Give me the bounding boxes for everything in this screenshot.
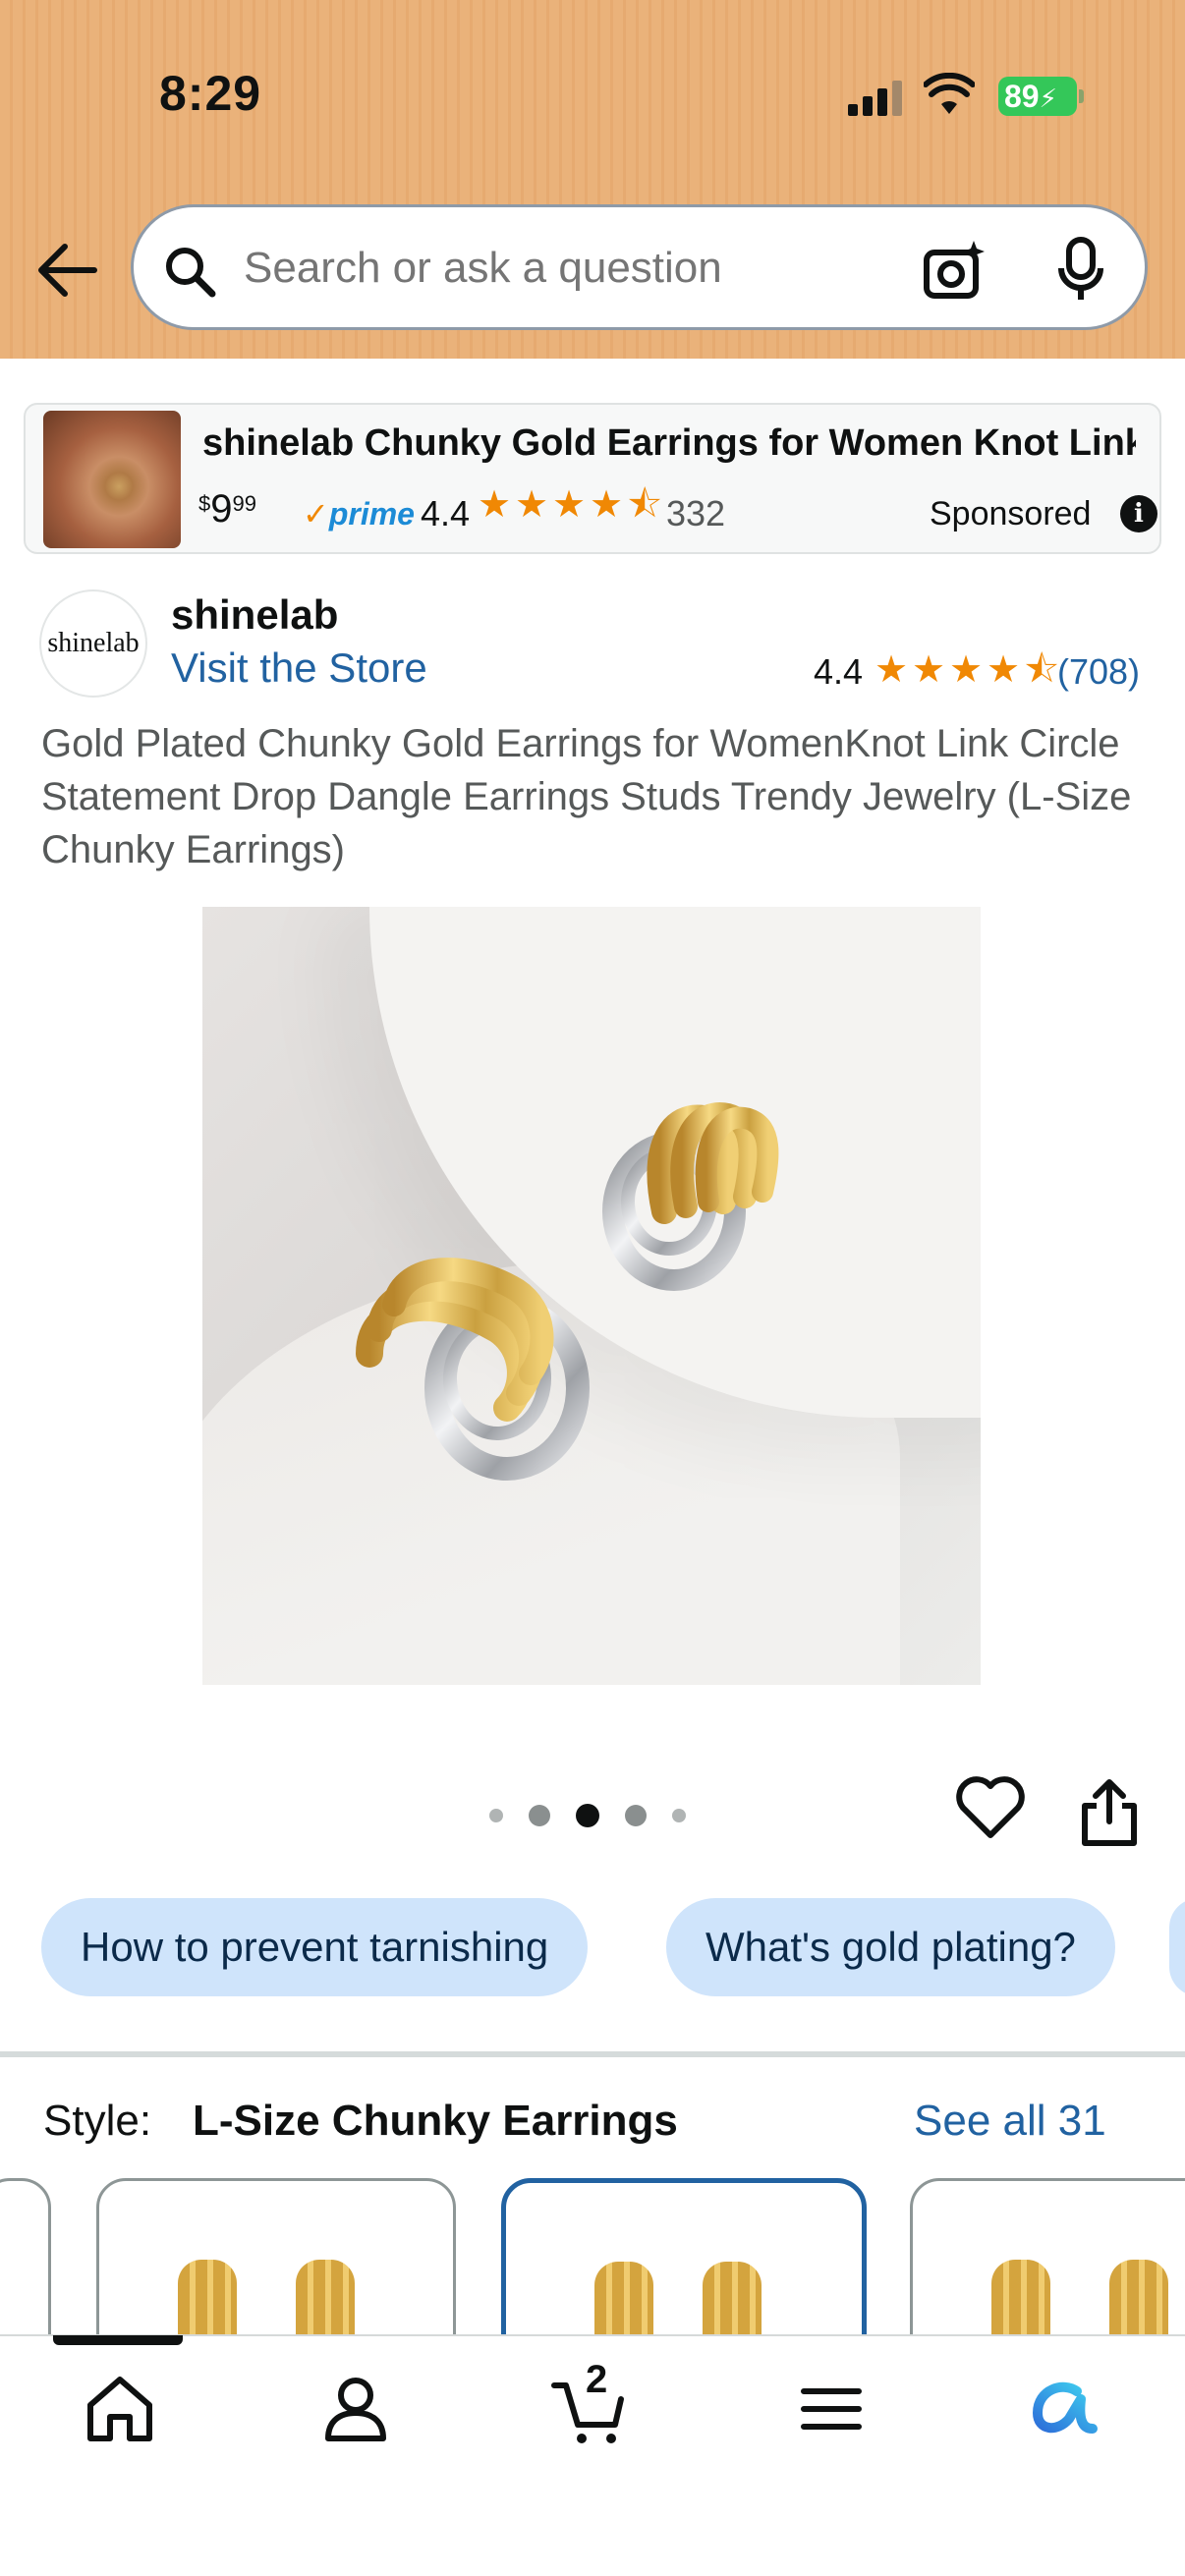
- carousel-dot[interactable]: [529, 1805, 550, 1826]
- star-icon: ★: [552, 484, 587, 526]
- store-logo[interactable]: shinelab: [39, 589, 147, 698]
- rufus-icon[interactable]: [1024, 2370, 1102, 2448]
- sponsored-product-banner[interactable]: shinelab Chunky Gold Earrings for Women …: [24, 403, 1161, 554]
- question-chip[interactable]: How to prevent tarnishing: [41, 1898, 589, 1996]
- sponsored-product-thumbnail[interactable]: [43, 411, 181, 548]
- star-icon: ★: [590, 484, 624, 526]
- image-carousel-dots[interactable]: [489, 1804, 686, 1827]
- wifi-icon: [924, 73, 975, 114]
- back-arrow-icon[interactable]: [35, 241, 98, 300]
- product-title: Gold Plated Chunky Gold Earrings for Wom…: [41, 722, 1132, 871]
- carousel-dot[interactable]: [625, 1805, 647, 1826]
- search-icon: [166, 248, 216, 298]
- half-star-icon: ⯪: [627, 484, 662, 526]
- star-icon: ★: [478, 484, 512, 526]
- search-input[interactable]: [244, 237, 892, 300]
- status-time: 8:29: [159, 66, 262, 121]
- carousel-dot[interactable]: [672, 1809, 686, 1822]
- prime-badge: ✓prime: [303, 496, 415, 532]
- header: 8:29 89⚡: [0, 0, 1185, 359]
- question-chip[interactable]: What's gold plating?: [666, 1898, 1115, 1996]
- sponsored-label: Sponsored: [930, 495, 1092, 532]
- product-image[interactable]: [202, 907, 981, 1685]
- product-rating: 4.4: [814, 651, 864, 692]
- style-value: L-Size Chunky Earrings: [193, 2097, 678, 2145]
- microphone-icon[interactable]: [1057, 237, 1104, 302]
- battery-tip: [1079, 89, 1084, 103]
- camera-search-icon[interactable]: [923, 239, 988, 300]
- battery-indicator: 89⚡: [998, 77, 1077, 116]
- cart-count-badge: 2: [586, 2358, 608, 2401]
- heart-icon[interactable]: [955, 1776, 1026, 1841]
- sponsored-rating: 4.4: [421, 493, 471, 533]
- visit-store-link[interactable]: Visit the Store: [171, 644, 427, 692]
- store-name: shinelab: [171, 591, 339, 638]
- search-bar[interactable]: [131, 204, 1148, 330]
- star-icon: ★: [515, 484, 549, 526]
- cellular-signal-icon: [848, 81, 903, 116]
- sponsored-product-title[interactable]: shinelab Chunky Gold Earrings for Women …: [202, 422, 1136, 465]
- style-label: Style:: [43, 2097, 152, 2145]
- review-count-link[interactable]: (708): [1057, 651, 1140, 693]
- star-icon: ★: [912, 649, 946, 691]
- sponsored-price: $999: [198, 487, 256, 531]
- section-divider: [0, 2051, 1185, 2057]
- home-icon[interactable]: [81, 2370, 159, 2448]
- star-icon: ★: [987, 649, 1021, 691]
- carousel-dot-active[interactable]: [576, 1804, 599, 1827]
- info-icon[interactable]: i: [1120, 495, 1157, 532]
- active-tab-indicator: [53, 2335, 183, 2345]
- star-icon: ★: [875, 649, 909, 691]
- earrings-illustration: [356, 1102, 779, 1481]
- account-icon[interactable]: [316, 2370, 395, 2448]
- sponsored-review-count: 332: [666, 493, 726, 533]
- menu-icon[interactable]: [792, 2370, 871, 2448]
- see-all-styles-link[interactable]: See all 31: [914, 2097, 1106, 2146]
- half-star-icon: ⯪: [1024, 649, 1059, 691]
- share-icon[interactable]: [1079, 1778, 1140, 1847]
- star-icon: ★: [949, 649, 984, 691]
- question-chip-partial[interactable]: [1169, 1898, 1185, 1996]
- sponsored-star-rating: ★ ★ ★ ★ ⯪: [478, 484, 662, 526]
- product-star-rating[interactable]: ★ ★ ★ ★ ⯪: [875, 649, 1059, 691]
- carousel-dot[interactable]: [489, 1809, 503, 1822]
